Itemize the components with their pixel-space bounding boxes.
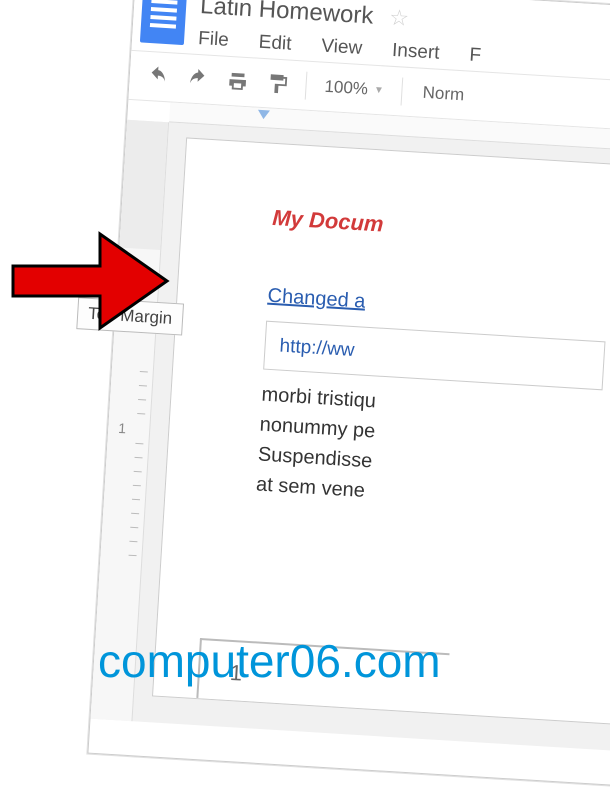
menu-edit[interactable]: Edit: [258, 32, 292, 56]
indent-marker-icon[interactable]: [257, 110, 270, 120]
ruler-number: 1: [118, 420, 127, 436]
print-button[interactable]: [219, 62, 257, 100]
menu-file[interactable]: File: [198, 28, 230, 52]
menu-insert[interactable]: Insert: [391, 40, 440, 65]
star-icon[interactable]: ☆: [388, 5, 409, 32]
redo-button[interactable]: [179, 60, 217, 98]
separator: [305, 72, 308, 100]
menu-view[interactable]: View: [321, 36, 363, 60]
docs-logo-icon[interactable]: [140, 0, 187, 45]
paragraph-style-dropdown[interactable]: Norm: [412, 82, 475, 106]
menu-format[interactable]: F: [469, 45, 482, 68]
body-text[interactable]: morbi tristiqu nonummy pe Suspendisse at…: [255, 380, 610, 526]
paint-format-button[interactable]: [259, 65, 297, 103]
callout-arrow-icon: [5, 226, 175, 336]
separator: [401, 78, 404, 106]
document-title[interactable]: Latin Homework: [199, 0, 374, 31]
document-heading[interactable]: My Docum: [271, 202, 610, 260]
watermark: computer06.com: [98, 634, 441, 688]
undo-button[interactable]: [139, 58, 177, 96]
zoom-dropdown[interactable]: 100%▼: [316, 76, 392, 101]
url-box[interactable]: http://ww: [263, 321, 605, 391]
